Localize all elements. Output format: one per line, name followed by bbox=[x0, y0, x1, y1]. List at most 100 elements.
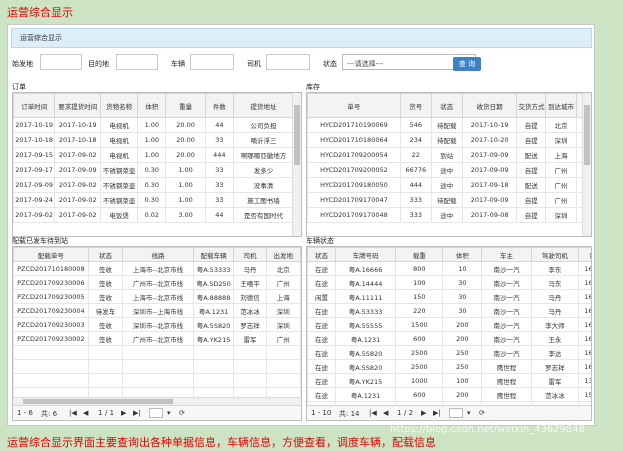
table-row[interactable]: 2017-10-18 2017-10-18 电视机 1.00 20.00 33 嘀沂浮三 bbox=[13, 132, 294, 148]
table-row[interactable]: 2017-09-24 2017-09-02 不锈钢菜壶 0.30 1.00 33 施工图书墙 bbox=[13, 192, 294, 208]
table-row[interactable]: 在途粤A.5S8202500250鹰世程罗志祥1691 bbox=[307, 359, 591, 374]
table-row[interactable]: PZCD201709230002 签收 广州市--北京市线 粤A.YK215 雷军 广州 bbox=[13, 331, 301, 346]
table-header-row: 单号货号状态收货日期交货方式到达城市发站到 bbox=[307, 93, 591, 118]
table-row[interactable]: 2017-09-09 2017-09-02 不锈钢菜壶 0.30 1.00 33 没事清 bbox=[13, 177, 294, 193]
table-cell: 上海市--北京市线 bbox=[122, 289, 194, 304]
prev-page-icon[interactable]: ◀ bbox=[383, 409, 388, 417]
table-cell: HYCD201709200054 bbox=[307, 147, 401, 163]
first-page-icon[interactable]: |◀ bbox=[369, 409, 377, 417]
column-header[interactable]: 收货日期 bbox=[461, 93, 518, 118]
table-row[interactable]: 在途粤A.5S8202500250南沙一汽李达1691 bbox=[307, 345, 591, 360]
column-header[interactable]: 货物名称 bbox=[100, 93, 139, 118]
table-row[interactable]: 在途粤A.1231600200鹰世程范冰冰1501 bbox=[307, 387, 591, 402]
column-header[interactable]: 货号 bbox=[399, 93, 432, 118]
table-row[interactable]: 2017-09-17 2017-09-09 不锈钢菜壶 0.30 1.00 33 发多少 bbox=[13, 162, 294, 178]
last-page-icon[interactable]: ▶| bbox=[133, 409, 141, 417]
prev-page-icon[interactable]: ◀ bbox=[83, 409, 88, 417]
column-header[interactable]: 单号 bbox=[307, 93, 401, 118]
column-header[interactable]: 出发地 bbox=[265, 247, 301, 262]
table-row[interactable]: PZCD201709230005 签收 上海市--北京市线 粤A.88888 刘德信 上海 bbox=[13, 289, 301, 304]
column-header[interactable]: 车主 bbox=[481, 247, 532, 262]
table-cell: 深圳 bbox=[265, 317, 301, 332]
table-row[interactable]: PZCD201709230006 签收 广州市--北京市线 粤A.SD250 王嘻平 广州 bbox=[13, 275, 301, 290]
column-header[interactable]: 订单时间 bbox=[13, 93, 56, 118]
column-header[interactable]: 状态 bbox=[307, 247, 336, 262]
next-page-icon[interactable]: ▶ bbox=[121, 409, 126, 417]
page-jump-input[interactable] bbox=[149, 408, 163, 418]
table-row[interactable]: 在途粤A.5333322030南沙一汽马丹1691 bbox=[307, 303, 591, 318]
page-size-icon[interactable]: ▾ bbox=[467, 409, 471, 417]
driver-input[interactable] bbox=[266, 54, 310, 70]
table-row[interactable]: HYCD20170920005422到站2017-09-09配送上海上海上 bbox=[307, 147, 591, 163]
column-header[interactable]: 体积 bbox=[137, 93, 167, 118]
table-row[interactable]: 在途粤A.555551500200南沙一汽李大师1691 bbox=[307, 317, 591, 332]
last-page-icon[interactable]: ▶| bbox=[433, 409, 441, 417]
table-row[interactable]: 闲置粤A.1111115030南沙一汽马丹1691 bbox=[307, 289, 591, 304]
table-row[interactable]: 在途粤A.1231600200南沙一汽王永1691 bbox=[307, 331, 591, 346]
column-header[interactable]: 载重 bbox=[395, 247, 444, 262]
column-header[interactable]: 线路 bbox=[122, 247, 194, 262]
table-cell: PZCD201709230004 bbox=[13, 303, 89, 318]
table-row[interactable]: 在途粤A.1444410030南沙一汽马东1691 bbox=[307, 275, 591, 290]
table-row[interactable]: 2017-09-02 2017-09-02 电饭煲 0.02 3.00 44 是否有国时代 bbox=[13, 207, 294, 223]
table-cell: 刘德信 bbox=[233, 289, 267, 304]
table-cell bbox=[13, 359, 89, 374]
table-row[interactable]: HYCD201709170048333途中2017-09-08自提深圳上海深 bbox=[307, 207, 591, 223]
table-cell: 2017-10-19 bbox=[13, 117, 56, 133]
table-cell: 不锈钢菜壶 bbox=[100, 162, 139, 178]
table-row[interactable]: PZCD201710180008 签收 上海市--北京市线 粤A.53333 马丹 北京 bbox=[13, 261, 301, 276]
table-row[interactable]: 在途粤A.YK2151000100鹰世程雷军1343 bbox=[307, 373, 591, 388]
pager-pages: / 2 bbox=[404, 409, 414, 417]
column-header[interactable]: 状态 bbox=[87, 247, 124, 262]
table-row[interactable]: HYCD201710190069546待配载2017-10-19自提北京北京北 bbox=[307, 117, 591, 133]
page-jump-input[interactable] bbox=[449, 408, 463, 418]
scroll-thumb[interactable] bbox=[294, 105, 300, 165]
destination-input[interactable] bbox=[116, 54, 158, 70]
table-row[interactable]: 2017-09-15 2017-09-02 电视机 1.00 20.00 444 啊哪哪亞徽… bbox=[13, 147, 294, 163]
column-header[interactable]: 重量 bbox=[165, 93, 206, 118]
scroll-thumb[interactable] bbox=[23, 399, 173, 404]
origin-input[interactable] bbox=[40, 54, 82, 70]
column-header[interactable]: 配载车辆 bbox=[192, 247, 235, 262]
table-row[interactable]: 在途粤A.1666680010南沙一汽李东1691 bbox=[307, 261, 591, 276]
orders-scrollbar[interactable] bbox=[292, 93, 301, 236]
column-header[interactable]: 到达城市 bbox=[545, 93, 577, 118]
table-row[interactable]: PZCD201709230003 签收 深圳市--北京市线 粤A.5S820 罗志祥 深圳 bbox=[13, 317, 301, 332]
vehicle-input[interactable] bbox=[190, 54, 234, 70]
column-header[interactable]: 车牌号码 bbox=[334, 247, 397, 262]
table-row[interactable]: HYCD20170920005266776途中2017-09-09自提广州广州广 bbox=[307, 162, 591, 178]
column-header[interactable]: 提货地址 bbox=[233, 93, 294, 118]
column-header[interactable]: 交货方式 bbox=[516, 93, 547, 118]
column-header[interactable]: 配载单号 bbox=[13, 247, 89, 262]
column-header[interactable]: 司 bbox=[577, 247, 591, 262]
table-row[interactable]: HYCD201709180050444途中2017-09-18配送广州上海广 bbox=[307, 177, 591, 193]
table-cell: 1343 bbox=[577, 373, 591, 388]
column-header[interactable]: 件数 bbox=[204, 93, 235, 118]
dispatch-hscroll[interactable] bbox=[13, 397, 301, 405]
column-header[interactable]: 司机 bbox=[233, 247, 267, 262]
column-header[interactable]: 要求提货时间 bbox=[54, 93, 102, 118]
orders-table-panel: 订单时间 要求提货时间 货物名称 体积 重量 件数 提货地址 2017-10-19 2017-1… bbox=[12, 92, 302, 237]
table-cell bbox=[265, 373, 301, 388]
query-button[interactable]: 查 询 bbox=[453, 57, 481, 71]
column-header[interactable]: 驾驶司机 bbox=[530, 247, 579, 262]
table-row[interactable]: 2017-10-19 2017-10-19 电视机 1.00 20.00 44 公司负担 bbox=[13, 117, 294, 133]
refresh-icon[interactable]: ⟳ bbox=[179, 409, 185, 417]
table-cell: 电饭煲 bbox=[100, 207, 139, 223]
table-row[interactable]: PZCD201709230004 待发车 深圳市--上海市线 粤A.1231 范冰冰 深圳 bbox=[13, 303, 301, 318]
next-page-icon[interactable]: ▶ bbox=[421, 409, 426, 417]
pager-range: 1 - 10 bbox=[311, 409, 332, 417]
table-cell: 66776 bbox=[399, 162, 432, 178]
column-header[interactable]: 体积 bbox=[442, 247, 483, 262]
table-row[interactable]: HYCD201709170047333待配载2017-09-09自提广州广州广 bbox=[307, 192, 591, 208]
refresh-icon[interactable]: ⟳ bbox=[479, 409, 485, 417]
first-page-icon[interactable]: |◀ bbox=[69, 409, 77, 417]
table-cell bbox=[233, 373, 267, 388]
column-header[interactable]: 状态 bbox=[430, 93, 463, 118]
page-size-icon[interactable]: ▾ bbox=[167, 409, 171, 417]
table-cell: 闲置 bbox=[307, 289, 336, 304]
inventory-scrollbar[interactable] bbox=[582, 93, 591, 236]
scroll-thumb[interactable] bbox=[584, 105, 590, 165]
table-row[interactable]: HYCD201710180064234待配载2017-10-20自提深圳深圳深 bbox=[307, 132, 591, 148]
table-cell: 444 bbox=[399, 177, 432, 193]
